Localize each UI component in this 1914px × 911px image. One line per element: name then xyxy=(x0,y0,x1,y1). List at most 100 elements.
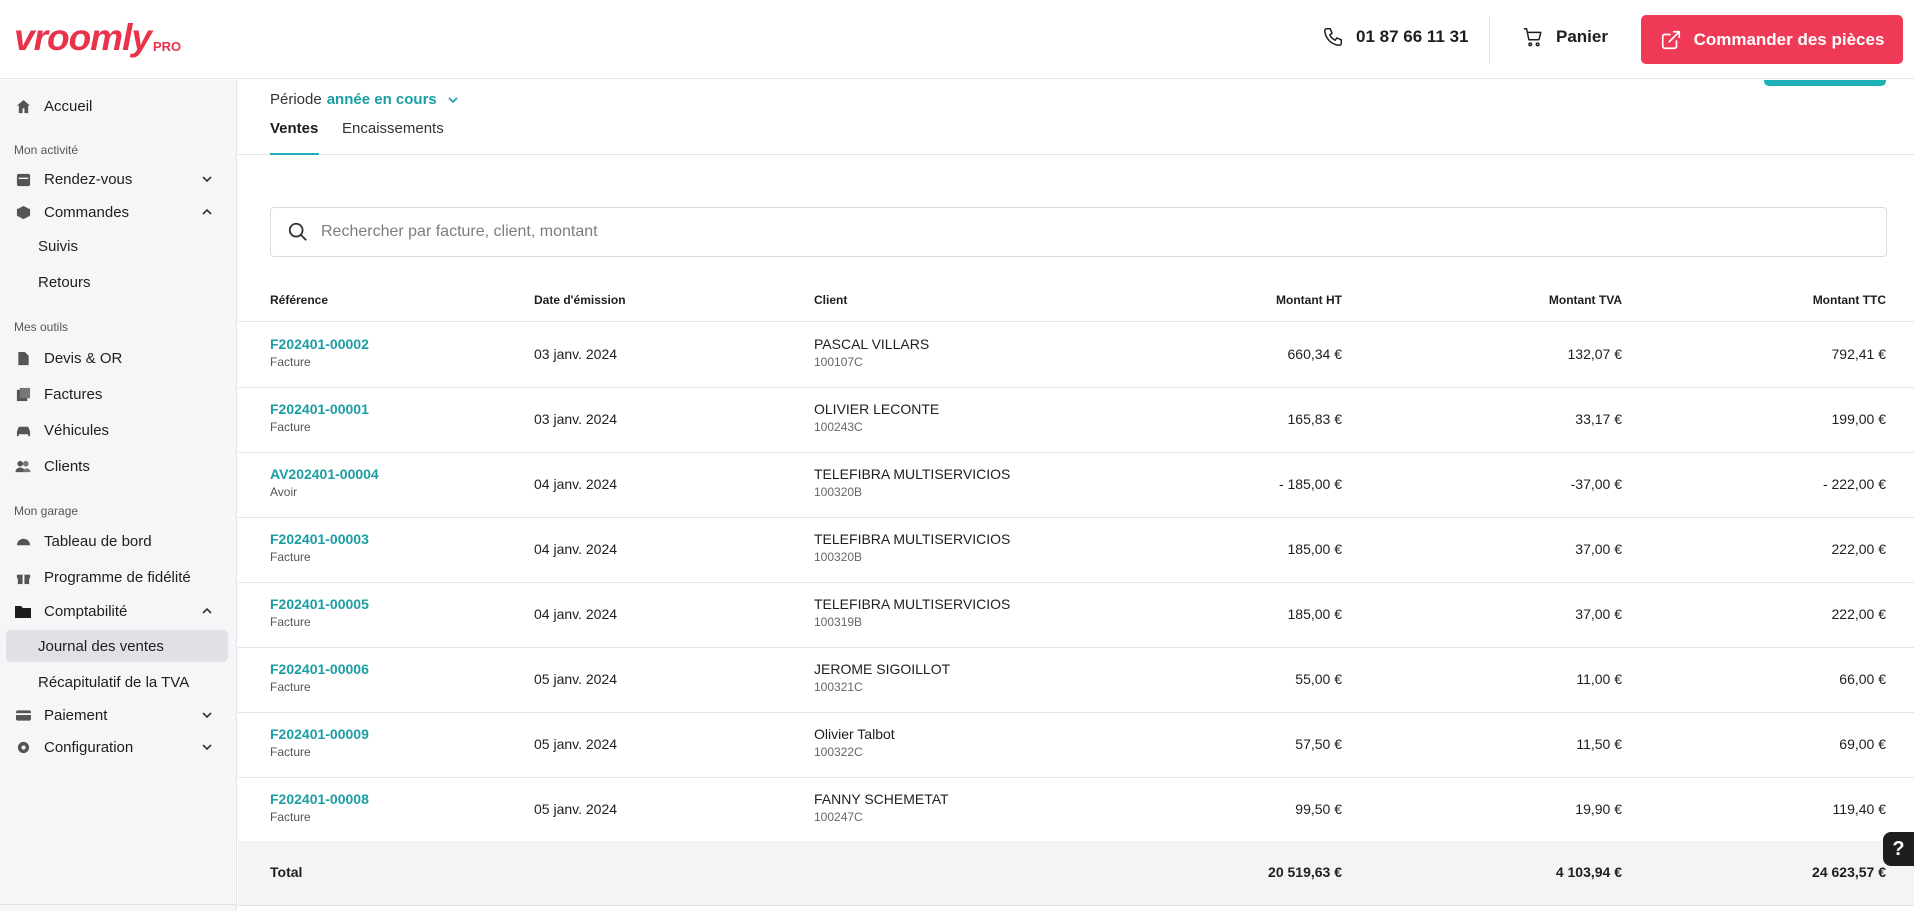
issue-date: 05 janv. 2024 xyxy=(534,671,618,687)
sidebar-item-commandes[interactable]: Commandes xyxy=(6,196,228,228)
column-header-montant-ttc[interactable]: Montant TTC xyxy=(1686,293,1886,307)
invoice-reference-link[interactable]: F202401-00001 xyxy=(270,401,369,417)
top-header: vroomly PRO 01 87 66 11 31 Panier Command… xyxy=(0,0,1914,79)
invoice-reference-link[interactable]: F202401-00009 xyxy=(270,726,369,742)
client-code: 100107C xyxy=(814,355,863,369)
chevron-down-icon xyxy=(448,96,458,103)
help-button[interactable]: ? xyxy=(1883,832,1914,866)
folder-icon xyxy=(15,603,31,619)
client-name: TELEFIBRA MULTISERVICIOS xyxy=(814,596,1011,612)
client-code: 100320B xyxy=(814,550,863,564)
export-button-edge[interactable] xyxy=(1764,80,1886,86)
phone-number: 01 87 66 11 31 xyxy=(1356,27,1469,46)
chevron-down-icon xyxy=(202,712,212,719)
column-header-montant-ht[interactable]: Montant HT xyxy=(1142,293,1342,307)
sidebar-item-factures[interactable]: Factures xyxy=(6,378,228,410)
amount-ht: 185,00 € xyxy=(1287,606,1343,622)
section-mon-garage: Mon garage xyxy=(14,504,79,518)
column-header-date[interactable]: Date d'émission xyxy=(534,293,626,307)
phone-icon xyxy=(1324,28,1342,46)
invoice-reference-link[interactable]: F202401-00003 xyxy=(270,531,369,547)
logo-pro-badge: PRO xyxy=(152,39,182,54)
document-kind: Facture xyxy=(270,355,311,369)
amount-tva: 11,50 € xyxy=(1576,736,1622,752)
cart-link[interactable]: Panier xyxy=(1522,26,1608,48)
external-link-icon xyxy=(1661,30,1680,49)
sidebar: Accueil Mon activité Rendez-vous Command… xyxy=(0,80,237,911)
users-icon xyxy=(15,458,31,474)
sidebar-item-label: Comptabilité xyxy=(44,602,128,620)
table-row[interactable]: AV202401-00004 Avoir 04 janv. 2024 TELEFI… xyxy=(238,453,1914,518)
tab-ventes[interactable]: Ventes xyxy=(270,120,319,155)
sidebar-item-vehicules[interactable]: Véhicules xyxy=(6,414,228,446)
issue-date: 04 janv. 2024 xyxy=(534,541,618,557)
table-row[interactable]: F202401-00006 Facture 05 janv. 2024 JEROM… xyxy=(238,648,1914,713)
section-mes-outils: Mes outils xyxy=(14,320,69,334)
invoice-reference-link[interactable]: F202401-00002 xyxy=(270,336,369,352)
dashboard-icon xyxy=(15,533,31,549)
column-header-montant-tva[interactable]: Montant TVA xyxy=(1422,293,1622,307)
period-selector[interactable]: Période année en cours xyxy=(270,91,459,108)
sidebar-item-devis[interactable]: Devis & OR xyxy=(6,342,228,374)
invoice-reference-link[interactable]: F202401-00005 xyxy=(270,596,369,612)
amount-tva: 19,90 € xyxy=(1575,801,1622,817)
sidebar-item-rendezvous[interactable]: Rendez-vous xyxy=(6,163,228,195)
sidebar-item-comptabilite[interactable]: Comptabilité xyxy=(6,595,228,627)
header-divider xyxy=(1489,16,1490,64)
document-icon xyxy=(15,350,31,366)
sidebar-item-fidelite[interactable]: Programme de fidélité xyxy=(6,561,228,593)
vroomly-logo[interactable]: vroomly PRO xyxy=(14,18,181,58)
amount-ht: 185,00 € xyxy=(1287,541,1343,557)
sidebar-item-clients[interactable]: Clients xyxy=(6,450,228,482)
table-row[interactable]: F202401-00009 Facture 05 janv. 2024 Olivi… xyxy=(238,713,1914,778)
client-name: JEROME SIGOILLOT xyxy=(814,661,951,677)
client-code: 100322C xyxy=(814,745,863,759)
total-ttc: 24 623,57 € xyxy=(1812,864,1886,880)
invoice-reference-link[interactable]: F202401-00008 xyxy=(270,791,369,807)
client-code: 100319B xyxy=(814,615,863,629)
amount-ht: 55,00 € xyxy=(1295,671,1342,687)
issue-date: 05 janv. 2024 xyxy=(534,736,618,752)
client-name: OLIVIER LECONTE xyxy=(814,401,940,417)
amount-ttc: 119,40 € xyxy=(1832,801,1886,817)
document-kind: Facture xyxy=(270,810,311,824)
table-row[interactable]: F202401-00003 Facture 04 janv. 2024 TELEF… xyxy=(238,518,1914,583)
sidebar-item-journal-des-ventes[interactable]: Journal des ventes xyxy=(6,630,228,662)
calendar-icon xyxy=(15,171,31,187)
sidebar-item-suivis[interactable]: Suivis xyxy=(6,230,228,262)
phone-contact[interactable]: 01 87 66 11 31 xyxy=(1322,26,1469,48)
sidebar-item-recap-tva[interactable]: Récapitulatif de la TVA xyxy=(6,666,228,698)
table-row[interactable]: F202401-00008 Facture 05 janv. 2024 FANNY… xyxy=(238,778,1914,843)
period-label: Période xyxy=(270,91,322,108)
table-row[interactable]: F202401-00002 Facture 03 janv. 2024 PASCA… xyxy=(238,323,1914,388)
invoice-reference-link[interactable]: AV202401-00004 xyxy=(270,466,379,482)
order-parts-button[interactable]: Commander des pièces xyxy=(1641,15,1903,64)
table-row[interactable]: F202401-00005 Facture 04 janv. 2024 TELEF… xyxy=(238,583,1914,648)
amount-tva: 11,00 € xyxy=(1576,671,1622,687)
amount-ht: 165,83 € xyxy=(1287,411,1343,427)
total-row: Total 20 519,63 € 4 103,94 € 24 623,57 € xyxy=(238,841,1914,906)
sidebar-item-label: Rendez-vous xyxy=(44,170,133,188)
client-name: Olivier Talbot xyxy=(814,726,895,742)
main-content: Période année en cours Ventes Encaisseme… xyxy=(238,80,1914,911)
search-input[interactable] xyxy=(321,223,1821,241)
sidebar-item-home[interactable]: Accueil xyxy=(6,90,228,122)
amount-tva: 37,00 € xyxy=(1575,606,1622,622)
sidebar-item-label: Factures xyxy=(44,385,103,403)
issue-date: 04 janv. 2024 xyxy=(534,476,618,492)
column-header-client[interactable]: Client xyxy=(814,293,847,307)
sidebar-item-label: Retours xyxy=(38,273,91,291)
car-icon xyxy=(15,422,31,438)
gift-icon xyxy=(15,569,31,585)
search-box[interactable] xyxy=(270,207,1887,257)
sidebar-item-label: Paiement xyxy=(44,706,108,724)
sidebar-item-paiement[interactable]: Paiement xyxy=(6,699,228,731)
sidebar-item-configuration[interactable]: Configuration xyxy=(6,731,228,763)
cart-icon xyxy=(1523,28,1542,47)
table-row[interactable]: F202401-00001 Facture 03 janv. 2024 OLIVI… xyxy=(238,388,1914,453)
column-header-reference[interactable]: Référence xyxy=(270,293,328,307)
sidebar-item-retours[interactable]: Retours xyxy=(6,266,228,298)
tab-encaissements[interactable]: Encaissements xyxy=(342,120,444,155)
sidebar-item-tableau-de-bord[interactable]: Tableau de bord xyxy=(6,525,228,557)
invoice-reference-link[interactable]: F202401-00006 xyxy=(270,661,369,677)
